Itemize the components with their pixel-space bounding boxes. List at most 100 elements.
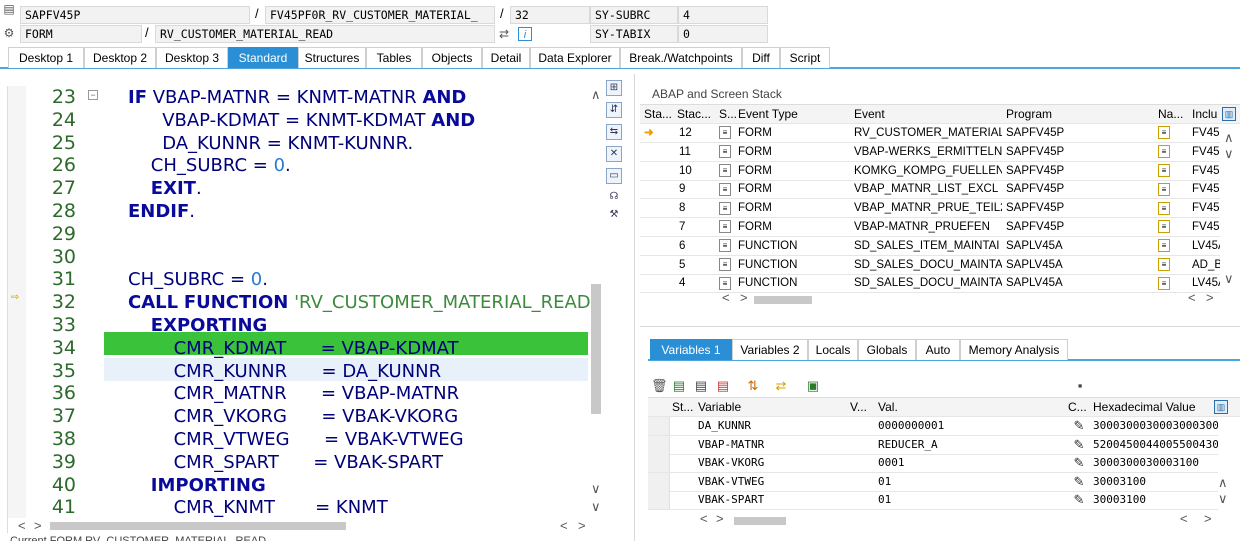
code-line[interactable]: CMR_SPART = VBAK-SPART — [174, 451, 443, 474]
column-header[interactable]: St... — [670, 398, 696, 417]
stack-row[interactable]: 5 ≡ FUNCTION SD_SALES_DOCU_MAINTA SAPLV45A ≡ A… — [640, 256, 1220, 275]
column-header[interactable]: Val. — [876, 398, 1064, 417]
navigate-icon[interactable]: ≡ — [1158, 220, 1170, 234]
navigate-icon[interactable]: ≡ — [1158, 182, 1170, 196]
code-line[interactable]: CMR_MATNR = VBAP-MATNR — [174, 382, 460, 405]
navigate-icon[interactable]: ≡ — [1158, 258, 1170, 272]
row-selector[interactable] — [648, 417, 670, 435]
code-line[interactable]: CH_SUBRC = 0. — [151, 154, 291, 177]
navigate-icon[interactable]: ≡ — [1158, 145, 1170, 159]
toggle-view-icon[interactable]: ⇵ — [606, 102, 622, 118]
code-line[interactable]: CH_SUBRC = 0. — [128, 268, 268, 291]
scroll-down-icon[interactable]: ∨ — [1224, 272, 1234, 286]
column-header[interactable]: V... — [848, 398, 874, 417]
navigate-icon[interactable]: ⇄ — [497, 27, 511, 41]
edit-value-icon[interactable]: ✎ — [1066, 473, 1090, 492]
export-icon[interactable]: ▣ — [805, 378, 821, 394]
scroll-up-icon[interactable]: ∧ — [1218, 476, 1228, 490]
variable-row[interactable]: VBAP-MATNR REDUCER_A ✎ 5200450044005500430 — [648, 435, 1218, 455]
tab-breakpoints[interactable]: Break./Watchpoints — [620, 47, 742, 68]
delete-icon[interactable]: 🗑 — [651, 378, 668, 394]
scroll-thumb[interactable] — [50, 522, 346, 530]
column-header[interactable]: Na... — [1156, 105, 1188, 124]
code-line[interactable]: IF VBAP-MATNR = KNMT-MATNR AND — [128, 86, 466, 109]
edit-value-icon[interactable]: ✎ — [1066, 454, 1090, 473]
row-selector[interactable] — [648, 491, 670, 510]
stack-row[interactable]: 10 ≡ FORM KOMKG_KOMPG_FUELLEN SAPFV45P ≡ FV45I — [640, 162, 1220, 181]
headset-icon[interactable]: ☊ — [606, 190, 622, 206]
save-icon[interactable]: ▪ — [1072, 378, 1088, 394]
navigate-icon[interactable]: ≡ — [1158, 201, 1170, 215]
scroll-up-icon[interactable]: ∧ — [1224, 131, 1234, 145]
scroll-right-icon[interactable]: > — [1206, 291, 1214, 305]
scroll-right-icon[interactable]: > — [578, 519, 586, 533]
scroll-left-icon[interactable]: < — [560, 519, 568, 533]
tab-script[interactable]: Script — [780, 47, 830, 68]
scroll-down-icon[interactable]: ∨ — [591, 500, 601, 514]
variable-row[interactable]: DA_KUNNR 0000000001 ✎ 3000300030003000300 — [648, 417, 1218, 436]
stack-row[interactable]: 11 ≡ FORM VBAP-WERKS_ERMITTELN SAPFV45P ≡ FV45… — [640, 143, 1220, 162]
edit-value-icon[interactable]: ✎ — [1066, 417, 1090, 436]
tab-locals[interactable]: Locals — [808, 339, 858, 360]
code-line[interactable]: * Bei Kopieren wird bei nicht gefundenem… — [104, 246, 570, 269]
transfer-icon[interactable]: ⇄ — [773, 378, 789, 394]
scroll-thumb[interactable] — [591, 284, 601, 414]
services-icon[interactable]: ⚒ — [606, 208, 622, 224]
tab-globals[interactable]: Globals — [858, 339, 916, 360]
code-line[interactable]: EXIT. — [151, 177, 202, 200]
close-tool-icon[interactable]: ✕ — [606, 146, 622, 162]
tab-desktop-3[interactable]: Desktop 3 — [156, 47, 228, 68]
row-selector[interactable] — [648, 435, 670, 454]
code-line[interactable]: CMR_KNMT = KNMT — [174, 496, 388, 519]
edit-value-icon[interactable]: ✎ — [1066, 436, 1090, 455]
code-line[interactable]: CMR_VTWEG = VBAK-VTWEG — [174, 428, 464, 451]
stack-row[interactable]: ➜ 12 ≡ FORM RV_CUSTOMER_MATERIAL SAPFV45P ≡ FV4… — [640, 124, 1220, 143]
variable-row[interactable]: VBAK-VTWEG 01 ✎ 30003100 — [648, 472, 1218, 492]
scroll-up-icon[interactable]: ∧ — [591, 88, 601, 102]
navigate-icon[interactable]: ≡ — [1158, 239, 1170, 253]
stack-row[interactable]: 8 ≡ FORM VBAP_MATNR_PRUE_TEIL2 SAPFV45P ≡ FV45… — [640, 199, 1220, 219]
column-header[interactable]: Variable — [696, 398, 846, 417]
scroll-down-icon[interactable]: ∨ — [591, 482, 601, 496]
tab-objects[interactable]: Objects — [422, 47, 482, 68]
scroll-right-icon[interactable]: > — [740, 291, 748, 305]
tab-desktop-1[interactable]: Desktop 1 — [8, 47, 84, 68]
tab-desktop-2[interactable]: Desktop 2 — [84, 47, 156, 68]
scroll-thumb[interactable] — [734, 517, 786, 525]
column-header[interactable]: Program — [1004, 105, 1154, 124]
code-line[interactable]: CMR_VKORG = VBAK-VKORG — [174, 405, 459, 428]
variable-value[interactable]: 0000000001 — [876, 417, 1064, 436]
tab-detail[interactable]: Detail — [482, 47, 530, 68]
variable-value[interactable]: 01 — [876, 473, 1064, 492]
scroll-left-icon[interactable]: < — [1188, 291, 1196, 305]
code-line[interactable]: EXPORTING — [151, 314, 268, 337]
vertical-scrollbar[interactable]: ∧ ∨ ∨ — [589, 86, 603, 516]
column-header[interactable]: C... — [1066, 398, 1090, 417]
tab-auto[interactable]: Auto — [916, 339, 960, 360]
column-header[interactable]: Stac... — [675, 105, 715, 124]
tab-standard[interactable]: Standard — [228, 47, 298, 68]
column-header[interactable]: S... — [717, 105, 737, 124]
scroll-down-icon[interactable]: ∨ — [1224, 147, 1234, 161]
code-line[interactable]: CMR_KDMAT = VBAP-KDMAT — [174, 337, 459, 360]
stack-row[interactable]: 9 ≡ FORM VBAP_MATNR_LIST_EXCL SAPFV45P ≡ FV45I — [640, 180, 1220, 200]
code-line[interactable]: DA_KUNNR = KNMT-KUNNR. — [162, 132, 413, 155]
collapse-block-icon[interactable]: − — [88, 90, 98, 100]
row-selector[interactable] — [648, 472, 670, 491]
tab-structures[interactable]: Structures — [298, 47, 366, 68]
scroll-left-icon[interactable]: < — [700, 512, 708, 526]
info-icon[interactable]: i — [518, 27, 532, 41]
tab-variables-1[interactable]: Variables 1 — [650, 339, 732, 360]
tab-memory-analysis[interactable]: Memory Analysis — [960, 339, 1068, 360]
scroll-right-icon[interactable]: > — [716, 512, 724, 526]
variable-value[interactable]: 0001 — [876, 454, 1064, 473]
source-code-editor[interactable]: ⇨ − 23 24 25 26 27 28 29 30 31 32 33 34 35 36 37 38 39 40… — [7, 86, 605, 533]
code-line[interactable]: CALL FUNCTION 'RV_CUSTOMER_MATERIAL_READ — [128, 291, 591, 314]
column-header[interactable]: Hexadecimal Value — [1091, 398, 1221, 417]
code-line[interactable]: ENDIF. — [128, 200, 195, 223]
scroll-left-icon[interactable]: < — [18, 519, 26, 533]
swap-tool-icon[interactable]: ⇆ — [606, 124, 622, 140]
variable-row[interactable]: VBAK-VKORG 0001 ✎ 3000300030003100 — [648, 454, 1218, 474]
tab-tables[interactable]: Tables — [366, 47, 422, 68]
code-line[interactable]: VBAP-KDMAT = KNMT-KDMAT AND — [162, 109, 475, 132]
